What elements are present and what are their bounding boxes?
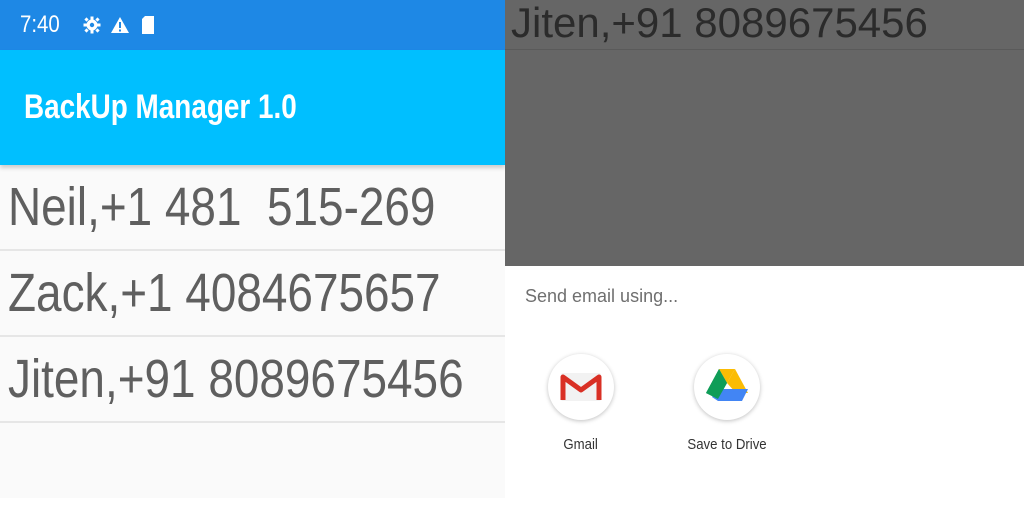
share-sheet-title: Send email using... (525, 286, 679, 306)
gmail-share-target[interactable]: Gmail (521, 354, 641, 453)
status-bar: 7:40 (0, 0, 505, 50)
list-item[interactable]: Neil,+1 481 515-269 (0, 165, 505, 251)
status-time: 7:40 (20, 11, 60, 38)
list-item[interactable]: Jiten,+91 8089675456 (0, 337, 505, 423)
share-screen: Jiten,+91 8089675456 Send email using...… (505, 0, 1024, 513)
app-screen: 7:40 BackUp Manager 1.0 Neil,+1 481 515-… (0, 0, 505, 513)
list-item[interactable]: Zack,+1 4084675657 (0, 251, 505, 337)
settings-gear-icon (81, 14, 103, 36)
bottom-strip (0, 498, 505, 513)
contact-text: Zack,+1 4084675657 (8, 263, 441, 323)
dimmed-contact-text: Jiten,+91 8089675456 (511, 0, 928, 46)
contact-text: Jiten,+91 8089675456 (8, 349, 464, 409)
save-to-drive-share-target[interactable]: Save to Drive (667, 354, 787, 453)
warning-icon (109, 14, 131, 36)
app-title: BackUp Manager 1.0 (24, 88, 297, 126)
save-to-drive-label: Save to Drive (687, 436, 767, 453)
google-drive-icon (694, 354, 760, 420)
contact-list: Neil,+1 481 515-269 Zack,+1 4084675657 J… (0, 165, 505, 423)
dim-scrim[interactable]: Jiten,+91 8089675456 (505, 0, 1024, 266)
gmail-icon (548, 354, 614, 420)
gmail-label: Gmail (563, 436, 599, 453)
sim-card-icon (137, 14, 159, 36)
contact-text: Neil,+1 481 515-269 (8, 177, 436, 237)
dimmed-list-item: Jiten,+91 8089675456 (505, 0, 1024, 50)
app-bar: BackUp Manager 1.0 (0, 50, 505, 165)
share-sheet: Send email using... Gmail Save to Drive (505, 266, 1024, 513)
